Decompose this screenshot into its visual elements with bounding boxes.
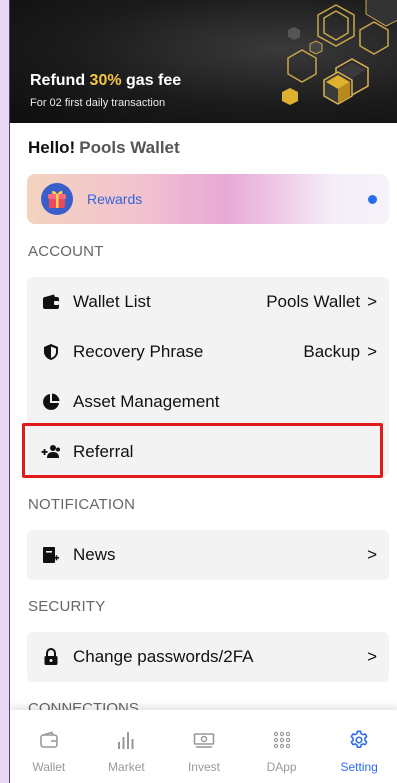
wallet-outline-icon: [37, 728, 61, 752]
news-label: News: [73, 545, 116, 564]
wallet-list-value: Pools Wallet: [266, 292, 361, 311]
nav-dapp-label: DApp: [266, 760, 297, 774]
nav-wallet-label: Wallet: [32, 760, 66, 774]
chevron-right-icon: >: [367, 342, 377, 361]
money-icon: [192, 728, 216, 752]
security-card: Change passwords/2FA >: [27, 632, 389, 682]
cubes-illustration: [282, 0, 397, 105]
news-icon: [41, 545, 61, 565]
banner-highlight: 30%: [89, 72, 122, 89]
grid-dots-icon: [270, 728, 294, 752]
change-passwords-label: Change passwords/2FA: [73, 647, 254, 666]
banner-subtitle: For 02 first daily transaction: [30, 97, 166, 109]
wallet-list-label: Wallet List: [73, 292, 151, 311]
wallet-name: Pools Wallet: [79, 138, 180, 157]
asset-management-label: Asset Management: [73, 392, 220, 411]
app-frame: Refund 30% gas fee For 02 first daily tr…: [9, 0, 397, 783]
notification-dot: [368, 195, 377, 204]
asset-management-row[interactable]: Asset Management: [27, 377, 389, 427]
nav-setting-label: Setting: [340, 760, 378, 774]
section-connections: CONNECTIONS: [28, 700, 139, 710]
greeting: Hello! Pools Wallet: [28, 138, 180, 158]
promo-banner[interactable]: Refund 30% gas fee For 02 first daily tr…: [10, 0, 397, 123]
news-row[interactable]: News >: [27, 530, 389, 580]
nav-wallet[interactable]: Wallet: [10, 710, 88, 783]
recovery-phrase-value: Backup: [303, 342, 361, 361]
rewards-card[interactable]: Rewards: [27, 174, 389, 224]
nav-invest-label: Invest: [187, 760, 220, 774]
recovery-phrase-label: Recovery Phrase: [73, 342, 204, 361]
nav-invest[interactable]: Invest: [165, 710, 243, 783]
chevron-right-icon: >: [367, 292, 377, 311]
change-passwords-row[interactable]: Change passwords/2FA >: [27, 632, 389, 682]
referral-row[interactable]: Referral: [27, 427, 389, 477]
nav-market[interactable]: Market: [88, 710, 166, 783]
bar-chart-icon: [114, 728, 138, 752]
add-users-icon: [41, 442, 61, 462]
bottom-nav: Wallet Market Invest DApp Setting: [10, 710, 397, 783]
shield-icon: [41, 342, 61, 362]
section-notification: NOTIFICATION: [28, 496, 136, 513]
wallet-icon: [41, 292, 61, 312]
section-account: ACCOUNT: [28, 243, 104, 260]
chevron-right-icon: >: [367, 647, 377, 666]
lock-icon: [41, 647, 61, 667]
notification-card: News >: [27, 530, 389, 580]
gear-icon: [347, 728, 371, 752]
nav-dapp[interactable]: DApp: [243, 710, 321, 783]
account-card: Wallet List Pools Wallet > Recovery Phra…: [27, 277, 389, 477]
gift-icon: [41, 183, 73, 215]
banner-title: Refund 30% gas fee: [30, 72, 182, 89]
recovery-phrase-row[interactable]: Recovery Phrase Backup >: [27, 327, 389, 377]
nav-market-label: Market: [108, 760, 145, 774]
rewards-label: Rewards: [87, 191, 143, 207]
nav-setting[interactable]: Setting: [320, 710, 397, 783]
wallet-list-row[interactable]: Wallet List Pools Wallet >: [27, 277, 389, 327]
pie-chart-icon: [41, 392, 61, 412]
greeting-hello: Hello!: [28, 138, 76, 157]
section-security: SECURITY: [28, 598, 106, 615]
referral-label: Referral: [73, 442, 134, 461]
chevron-right-icon: >: [367, 545, 377, 564]
